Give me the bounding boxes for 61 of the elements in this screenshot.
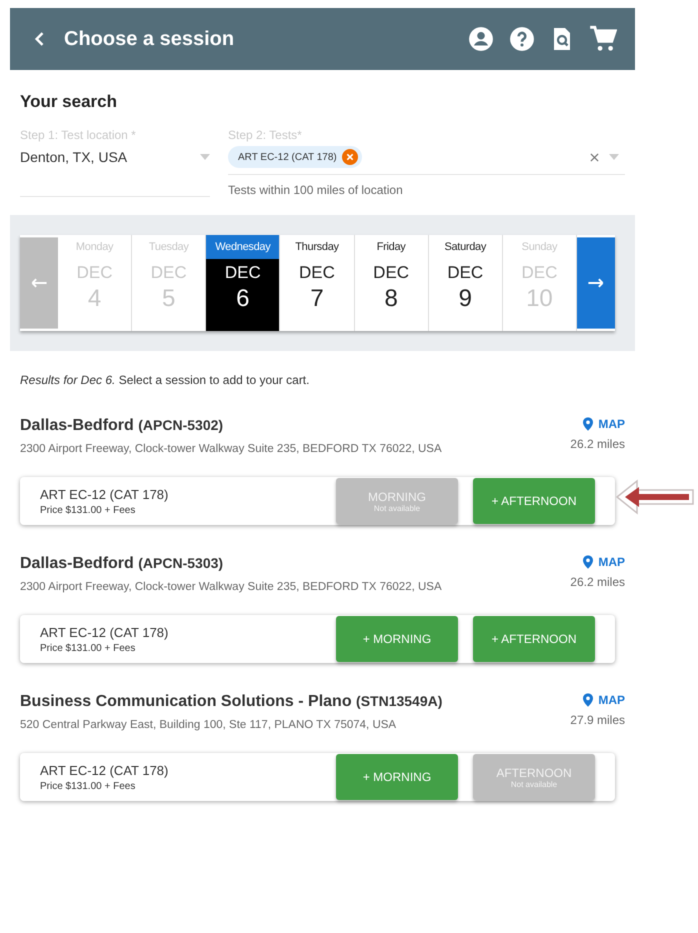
date-tab[interactable]: Wednesday DEC 6 — [206, 235, 280, 331]
page-title: Choose a session — [64, 28, 236, 50]
month-label: DEC — [224, 263, 261, 283]
location-pin-icon — [583, 417, 594, 431]
test-name: ART EC-12 (CAT 178) — [40, 762, 168, 778]
location-pin-icon — [583, 555, 594, 569]
weekday-label: Monday — [74, 240, 114, 255]
date-tab[interactable]: Friday DEC 8 — [354, 235, 429, 331]
center-name: Dallas-Bedford (APCN-5303) — [20, 555, 224, 573]
day-number: 5 — [162, 285, 176, 313]
helper-text: Tests within 100 miles of location — [228, 183, 404, 197]
field-value: Denton, TX, USA — [20, 149, 128, 165]
day-number: 7 — [310, 285, 324, 313]
distance-text: 27.9 miles — [570, 713, 625, 727]
weekday-label: Tuesday — [148, 240, 190, 255]
account-icon[interactable] — [468, 26, 494, 52]
distance-text: 26.2 miles — [570, 437, 625, 451]
month-label: DEC — [76, 263, 113, 283]
day-number: 6 — [236, 285, 250, 313]
weekday-label: Wednesday — [206, 235, 280, 259]
center-name: Business Communication Solutions - Plano (STN13549A) — [20, 693, 442, 711]
price-text: Price $131.00 + Fees — [40, 642, 136, 654]
month-label: DEC — [150, 263, 187, 283]
month-label: DEC — [521, 263, 558, 283]
center-address: 520 Central Parkway East, Building 100, Ste 117, PLANO TX 75074, USA — [20, 719, 398, 731]
weekday-label: Friday — [376, 240, 407, 255]
results-note: Results for Dec 6. Select a session to add to your cart. — [19, 372, 310, 387]
test-name: ART EC-12 (CAT 178) — [40, 624, 168, 640]
session-button[interactable]: + AFTERNOON — [473, 478, 595, 524]
price-text: Price $131.00 + Fees — [40, 780, 136, 792]
test-name: ART EC-12 (CAT 178) — [40, 486, 168, 502]
map-link[interactable]: MAP — [583, 417, 625, 431]
month-label: DEC — [299, 263, 335, 283]
month-label: DEC — [373, 263, 410, 283]
test-chip[interactable]: ART EC-12 (CAT 178) — [228, 146, 362, 168]
center-address: 2300 Airport Freeway, Clock-tower Walkway Suite 235, BEDFORD TX 76022, USA — [20, 581, 442, 593]
date-tab[interactable]: Thursday DEC 7 — [280, 235, 355, 331]
session-button[interactable]: + MORNING — [336, 754, 458, 800]
clear-icon[interactable] — [590, 152, 599, 162]
help-icon[interactable] — [509, 26, 535, 52]
remove-icon[interactable] — [342, 149, 358, 165]
day-number: 8 — [384, 285, 398, 313]
day-number: 4 — [88, 285, 102, 313]
session-button[interactable]: + MORNING — [336, 616, 458, 662]
date-tab[interactable]: Saturday DEC 9 — [428, 235, 503, 331]
distance-text: 26.2 miles — [570, 575, 625, 589]
month-label: DEC — [447, 263, 484, 283]
weekday-label: Thursday — [294, 240, 340, 255]
day-number: 9 — [458, 285, 472, 313]
section-heading: Your search — [20, 92, 118, 112]
day-number: 10 — [526, 285, 553, 313]
weekday-label: Saturday — [443, 240, 488, 255]
price-text: Price $131.00 + Fees — [40, 504, 136, 516]
weekday-label: Sunday — [520, 240, 558, 255]
cart-icon[interactable] — [589, 25, 617, 53]
center-address: 2300 Airport Freeway, Clock-tower Walkway Suite 235, BEDFORD TX 76022, USA — [20, 443, 442, 455]
center-name: Dallas-Bedford (APCN-5302) — [20, 417, 224, 435]
location-pin-icon — [583, 693, 594, 707]
session-button[interactable]: + AFTERNOON — [473, 616, 595, 662]
map-link[interactable]: MAP — [583, 693, 625, 707]
map-link[interactable]: MAP — [583, 555, 625, 569]
